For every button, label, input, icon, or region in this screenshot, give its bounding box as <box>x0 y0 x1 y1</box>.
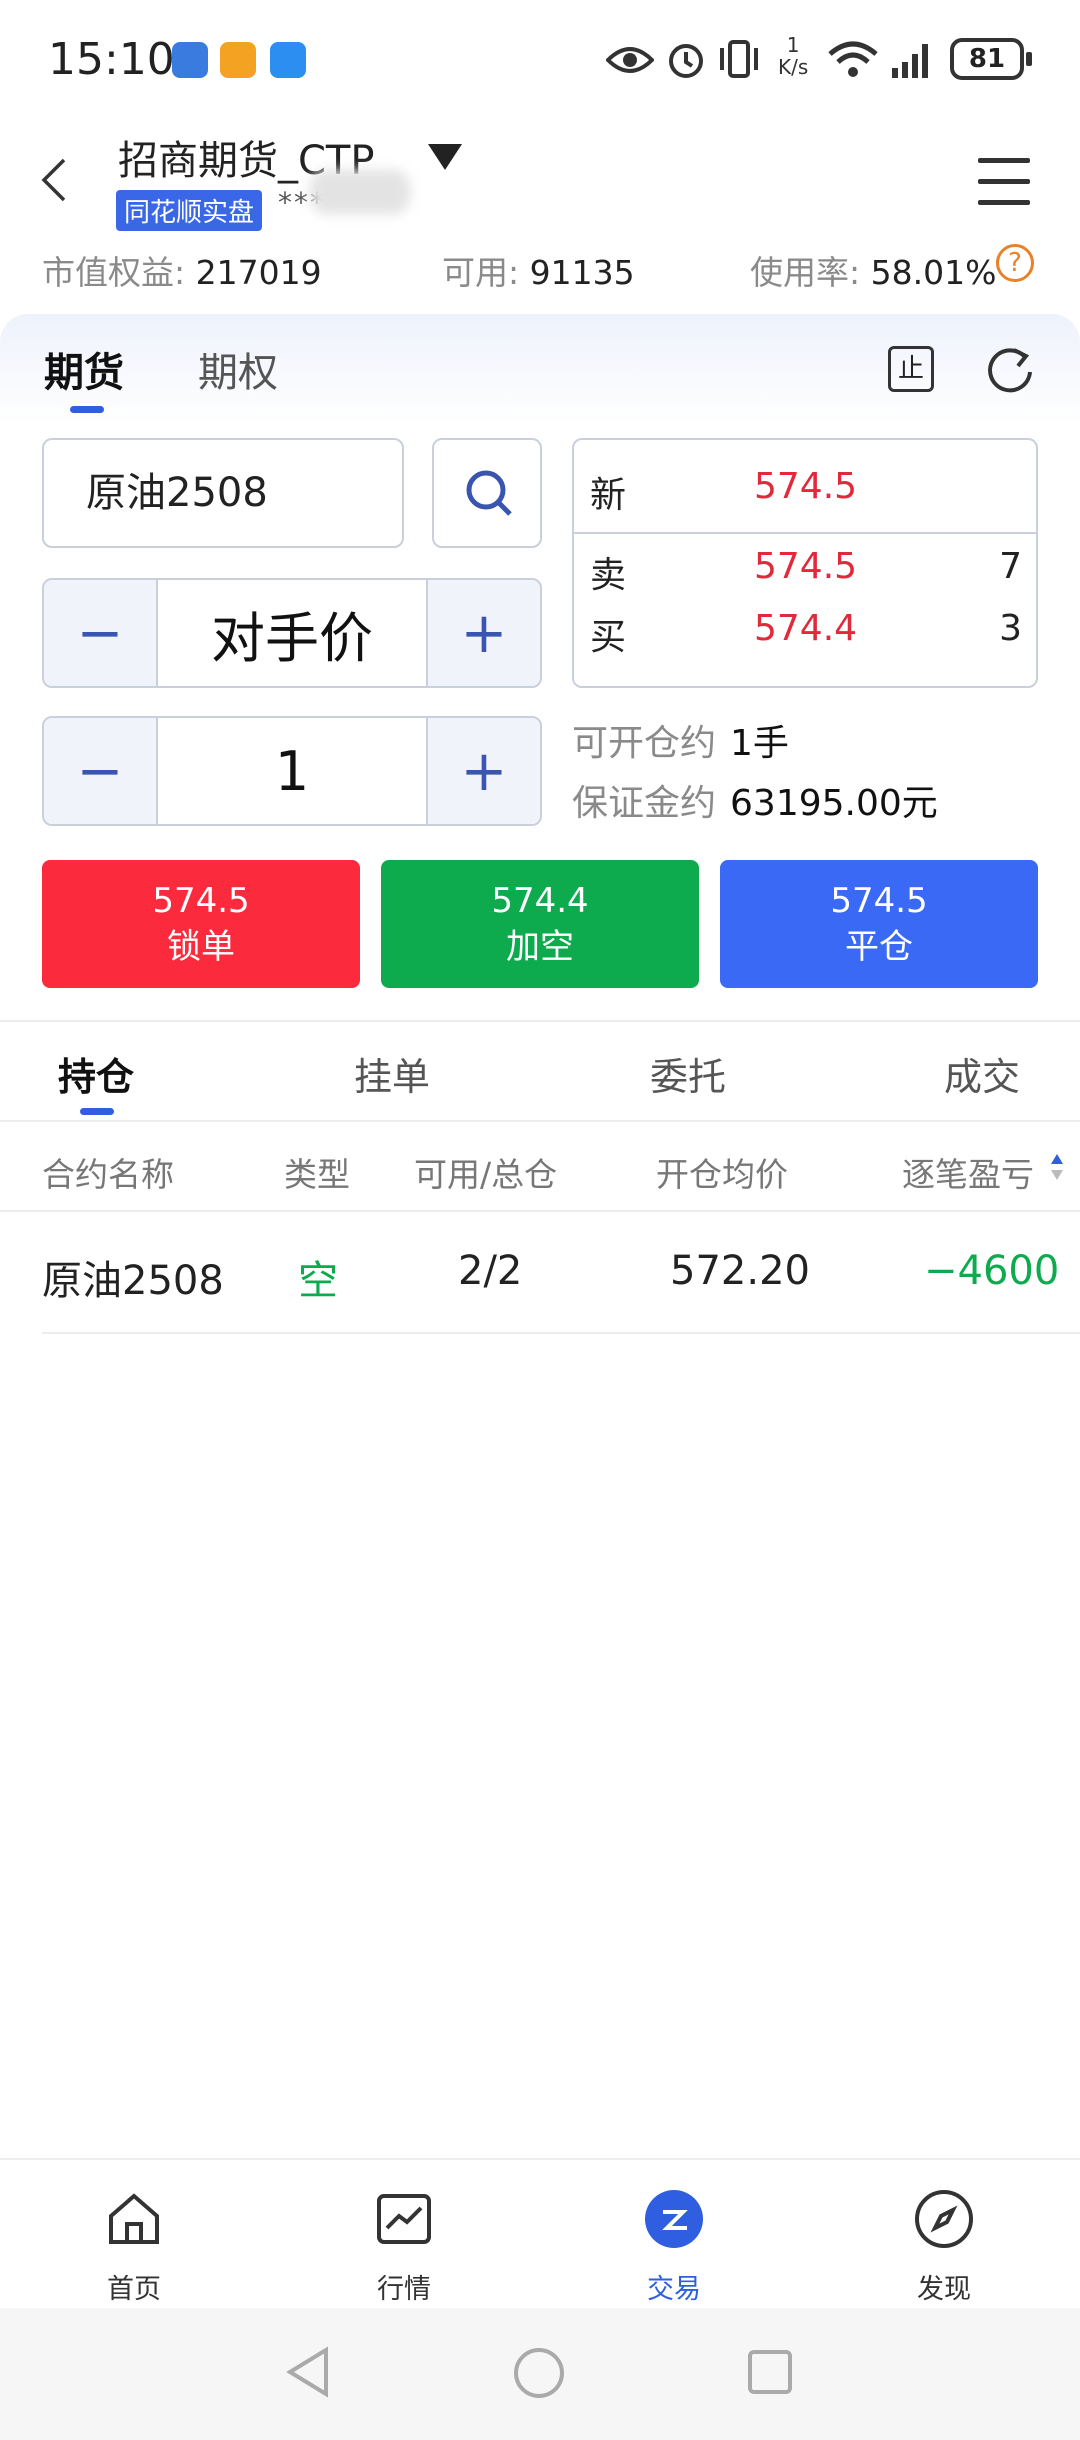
quote-divider <box>574 532 1036 534</box>
back-icon[interactable] <box>40 158 68 202</box>
qty-field[interactable]: 1 <box>156 718 428 824</box>
quote-panel: 新 574.5 卖 574.5 7 买 574.4 3 <box>572 438 1038 688</box>
qty-minus-button[interactable]: − <box>44 718 156 824</box>
trade-icon <box>645 2190 703 2248</box>
vibrate-icon <box>720 40 758 78</box>
margin-info: 保证金约 63195.00元 <box>572 783 938 824</box>
compass-icon <box>915 2190 973 2248</box>
quantity-stepper[interactable]: − 1 + <box>42 716 542 826</box>
contract-input[interactable]: 原油2508 <box>42 438 404 548</box>
tabs-divider <box>0 1120 1080 1122</box>
net-speed: 1 K/s <box>778 33 809 79</box>
row-divider <box>42 1332 1080 1334</box>
row-pnl: −4600 <box>924 1248 1060 1294</box>
row-avg-price: 572.20 <box>670 1248 810 1294</box>
sort-icon[interactable] <box>1050 1152 1064 1182</box>
tab-orders[interactable]: 委托 <box>650 1046 726 1101</box>
refresh-icon[interactable] <box>984 344 1036 396</box>
lock-button[interactable]: 574.5 锁单 <box>42 860 360 988</box>
tab-pending[interactable]: 挂单 <box>354 1046 430 1101</box>
section-divider <box>0 1020 1080 1022</box>
tab-options[interactable]: 期权 <box>198 340 278 398</box>
help-icon[interactable]: ? <box>996 244 1034 282</box>
tab-futures[interactable]: 期货 <box>44 340 124 398</box>
search-button[interactable] <box>432 438 542 548</box>
dropdown-caret-icon[interactable] <box>428 144 462 170</box>
weather-icon <box>270 42 306 78</box>
row-avail: 2/2 <box>458 1248 523 1294</box>
col-header-name: 合约名称 <box>42 1155 174 1194</box>
menu-icon[interactable] <box>978 158 1030 206</box>
price-minus-button[interactable]: − <box>44 580 156 686</box>
price-stepper[interactable]: − 对手价 + <box>42 578 542 688</box>
tab-futures-indicator <box>70 406 104 413</box>
col-header-avg: 开仓均价 <box>656 1155 788 1194</box>
price-plus-button[interactable]: + <box>428 580 540 686</box>
equity-summary: 市值权益: 217019 <box>42 253 322 292</box>
nav-market[interactable]: 行情 <box>334 2188 474 2306</box>
col-header-type: 类型 <box>284 1155 350 1194</box>
account-badge: 同花顺实盘 <box>116 190 263 231</box>
app-icon-2 <box>220 42 256 78</box>
home-icon <box>109 2193 159 2244</box>
tab-positions[interactable]: 持仓 <box>58 1046 134 1101</box>
col-header-pnl[interactable]: 逐笔盈亏 <box>902 1148 1034 1196</box>
add-short-button[interactable]: 574.4 加空 <box>381 860 699 988</box>
search-icon <box>466 470 512 516</box>
eye-icon <box>606 47 654 73</box>
app-icon-1 <box>172 42 208 78</box>
usage-summary: 使用率: 58.01% <box>750 253 997 292</box>
price-type-field[interactable]: 对手价 <box>156 580 428 686</box>
tab-positions-indicator <box>80 1108 114 1115</box>
masked-account-blur <box>310 170 410 214</box>
row-type: 空 <box>298 1258 338 1304</box>
status-time: 15:10 <box>48 34 175 85</box>
system-back-icon[interactable] <box>284 2346 332 2398</box>
system-recents-icon[interactable] <box>746 2348 794 2396</box>
stop-order-icon[interactable]: 止 <box>888 346 934 392</box>
system-nav-bar <box>0 2308 1080 2440</box>
nav-trade[interactable]: 交易 <box>604 2188 744 2306</box>
openable-info: 可开仓约 1手 <box>572 723 789 764</box>
alarm-icon <box>669 44 703 78</box>
wifi-icon <box>828 41 878 77</box>
chart-icon <box>377 2194 431 2244</box>
signal-icon <box>892 44 928 78</box>
bottom-nav: 首页 行情 交易 发现 <box>0 2158 1080 2308</box>
tab-trades[interactable]: 成交 <box>944 1046 1020 1101</box>
close-position-button[interactable]: 574.5 平仓 <box>720 860 1038 988</box>
row-contract-name: 原油2508 <box>42 1258 224 1304</box>
available-summary: 可用: 91135 <box>442 253 635 292</box>
qty-plus-button[interactable]: + <box>428 718 540 824</box>
battery-icon: 81 <box>950 38 1032 80</box>
nav-home[interactable]: 首页 <box>64 2188 204 2306</box>
col-header-avail: 可用/总仓 <box>414 1155 558 1194</box>
nav-discover[interactable]: 发现 <box>874 2188 1014 2306</box>
system-home-icon[interactable] <box>512 2346 566 2400</box>
status-bar: 15:10 1 K/s 81 <box>0 0 1080 120</box>
